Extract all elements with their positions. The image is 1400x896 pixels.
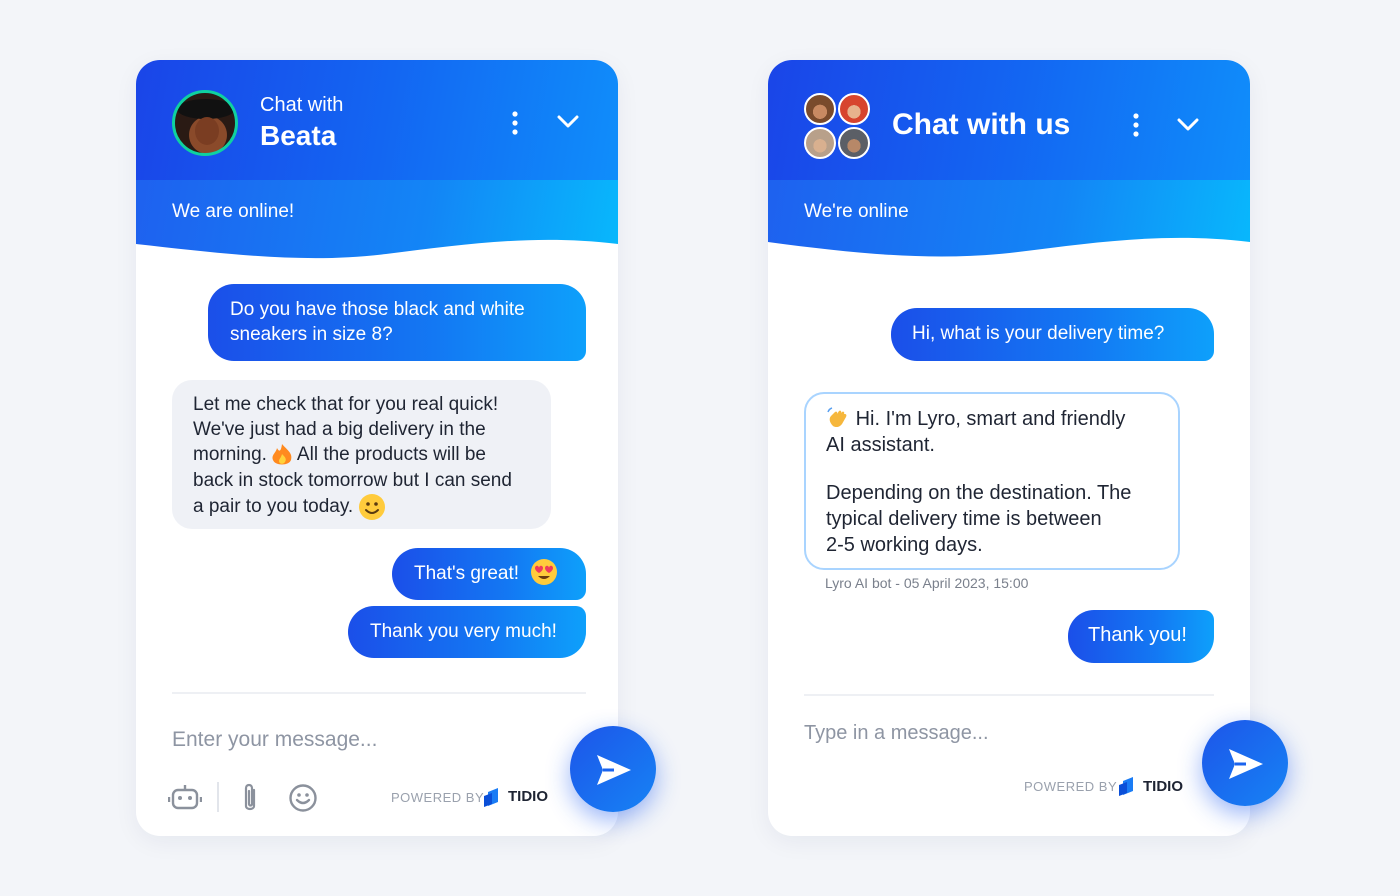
agent-message-fragment: All the products will be	[296, 444, 486, 466]
message-timestamp: Lyro AI bot - 05 April 2023, 15:00	[825, 575, 1029, 591]
smiling-face-emoji-icon	[359, 494, 386, 520]
message-input[interactable]: Enter your message...	[172, 728, 377, 752]
divider	[172, 692, 586, 694]
visitor-message-text: That's great!	[414, 563, 520, 584]
bot-message: Hi. I'm Lyro, smart and friendly AI assi…	[804, 392, 1180, 570]
visitor-message: That's great!	[392, 548, 586, 600]
tidio-logo-icon	[1119, 777, 1133, 796]
agent-name: Beata	[260, 120, 337, 151]
visitor-message: Do you have those black and white sneake…	[208, 284, 586, 361]
status-text: We're online	[804, 201, 909, 222]
visitor-message: Thank you very much!	[348, 606, 586, 658]
visitor-message: Hi, what is your delivery time?	[891, 308, 1214, 361]
send-button[interactable]	[1202, 720, 1288, 806]
chat-header: Chat with us We're online	[768, 60, 1250, 260]
bot-message-line: AI assistant.	[826, 434, 935, 456]
agent-message-line: Let me check that for you real quick!	[193, 394, 499, 415]
header-title: Chat with us	[892, 108, 1071, 141]
visitor-message: Thank you!	[1068, 610, 1214, 663]
more-vertical-icon[interactable]	[1127, 112, 1145, 138]
paperclip-icon[interactable]	[240, 782, 260, 814]
agent-message-fragment: morning.	[193, 444, 267, 466]
divider	[804, 694, 1214, 696]
agent-message-line: a pair to you today.	[193, 493, 530, 521]
tidio-brand[interactable]: TIDIO	[1143, 778, 1183, 795]
agent-message: Let me check that for you real quick! We…	[172, 380, 551, 529]
message-input[interactable]: Type in a message...	[804, 722, 989, 745]
bot-message-fragment: Hi. I'm Lyro, smart and friendly	[855, 408, 1126, 430]
header-wave	[136, 239, 618, 260]
toolbar-separator	[217, 782, 219, 812]
chat-widget-beata: Chat with Beata We are online! Do you ha…	[136, 60, 618, 836]
team-avatar	[804, 93, 836, 125]
bot-message-line: typical delivery time is between	[826, 508, 1102, 530]
chevron-down-icon[interactable]	[1176, 117, 1200, 133]
header-subtitle: Chat with	[260, 94, 344, 116]
agent-message-line: back in stock tomorrow but I can send	[193, 470, 512, 491]
chat-header: Chat with Beata We are online!	[136, 60, 618, 260]
powered-by-label: POWERED BY	[391, 790, 485, 805]
chat-widget-team: Chat with us We're online Hi, what is yo…	[768, 60, 1250, 836]
powered-by-label: POWERED BY	[1024, 779, 1118, 794]
team-avatars	[804, 93, 872, 161]
status-text: We are online!	[172, 201, 295, 222]
bot-message-line: 2-5 working days.	[826, 534, 983, 556]
agent-message-line: We've just had a big delivery in the	[193, 419, 486, 440]
waving-hand-emoji-icon	[827, 407, 847, 427]
agent-avatar	[172, 90, 238, 156]
agent-message-line: morning. All the products will be	[193, 442, 530, 468]
smiley-icon[interactable]	[288, 783, 318, 813]
tidio-logo-icon	[484, 788, 498, 807]
bot-message-line: Hi. I'm Lyro, smart and friendly	[826, 406, 1158, 432]
agent-message-fragment: a pair to you today.	[193, 496, 354, 518]
send-icon	[597, 755, 631, 785]
header-wave	[768, 237, 1250, 260]
fire-emoji-icon	[272, 444, 292, 465]
tidio-brand[interactable]: TIDIO	[508, 788, 548, 805]
team-avatar	[838, 93, 870, 125]
bot-message-line: Depending on the destination. The	[826, 482, 1132, 504]
more-vertical-icon[interactable]	[506, 110, 524, 136]
send-icon	[1229, 749, 1263, 779]
chevron-down-icon[interactable]	[556, 114, 580, 130]
team-avatar	[838, 127, 870, 159]
heart-eyes-emoji-icon	[531, 558, 558, 585]
team-avatar	[804, 127, 836, 159]
send-button[interactable]	[570, 726, 656, 812]
bot-icon[interactable]	[168, 782, 202, 814]
